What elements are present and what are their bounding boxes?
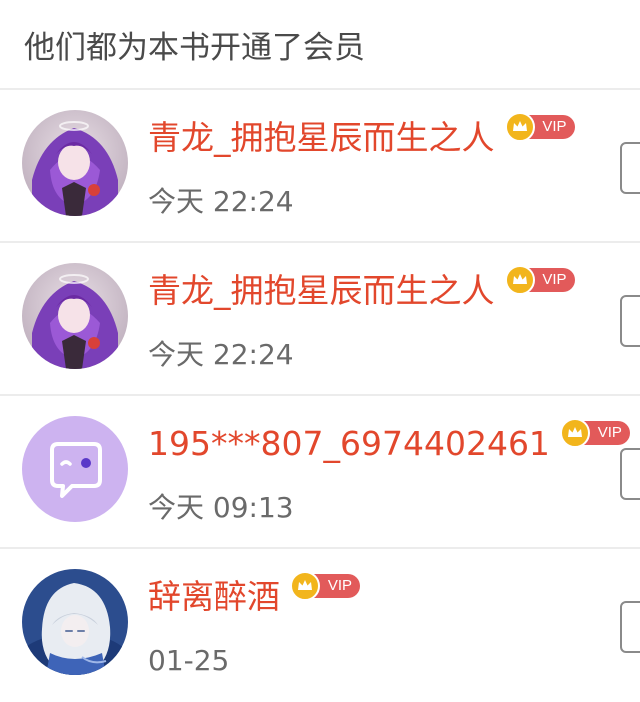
list-item[interactable]: 青龙_拥抱星辰而生之人 VIP 今天 22:24 [0, 243, 640, 396]
member-time: 01-25 [148, 644, 230, 677]
member-name-line: 辞离醉酒 VIP [148, 571, 360, 617]
row-action-button[interactable] [620, 601, 640, 653]
page-title: 他们都为本书开通了会员 [0, 0, 640, 90]
avatar[interactable] [22, 263, 128, 369]
page-title-text: 他们都为本书开通了会员 [24, 29, 365, 66]
anime-girl-purple-avatar-icon [22, 110, 128, 216]
list-item[interactable]: 辞离醉酒 VIP 01-25 [0, 549, 640, 702]
member-list: 青龙_拥抱星辰而生之人 VIP 今天 22:24 青龙_拥抱星辰而生之人 VIP… [0, 90, 640, 702]
avatar[interactable] [22, 416, 128, 522]
member-time: 今天 22:24 [148, 338, 294, 371]
crown-coin-icon [559, 418, 590, 448]
list-item[interactable]: 195***807_6974402461 VIP 今天 09:13 [0, 396, 640, 549]
member-name[interactable]: 195***807_6974402461 [148, 424, 550, 464]
member-name-line: 青龙_拥抱星辰而生之人 VIP [148, 112, 575, 158]
crown-coin-icon [504, 112, 535, 142]
crown-coin-icon [504, 265, 535, 295]
row-action-button[interactable] [620, 448, 640, 500]
anime-girl-purple-avatar-icon [22, 263, 128, 369]
member-name-line: 青龙_拥抱星辰而生之人 VIP [148, 265, 575, 311]
row-action-button[interactable] [620, 295, 640, 347]
member-name-line: 195***807_6974402461 VIP [148, 418, 630, 464]
member-name[interactable]: 青龙_拥抱星辰而生之人 [148, 271, 495, 311]
member-time: 今天 22:24 [148, 185, 294, 218]
avatar[interactable] [22, 569, 128, 675]
member-time: 今天 09:13 [148, 491, 294, 524]
crown-coin-icon [290, 571, 320, 601]
row-action-button[interactable] [620, 142, 640, 194]
vip-badge: VIP [504, 265, 575, 295]
silver-hair-character-avatar-icon [22, 569, 128, 675]
avatar[interactable] [22, 110, 128, 216]
vip-badge: VIP [504, 112, 575, 142]
member-name[interactable]: 辞离醉酒 [148, 577, 280, 617]
vip-badge: VIP [559, 418, 630, 448]
chat-bubble-default-avatar-icon [22, 416, 128, 522]
member-name[interactable]: 青龙_拥抱星辰而生之人 [148, 118, 495, 158]
list-item[interactable]: 青龙_拥抱星辰而生之人 VIP 今天 22:24 [0, 90, 640, 243]
vip-badge: VIP [290, 571, 360, 601]
